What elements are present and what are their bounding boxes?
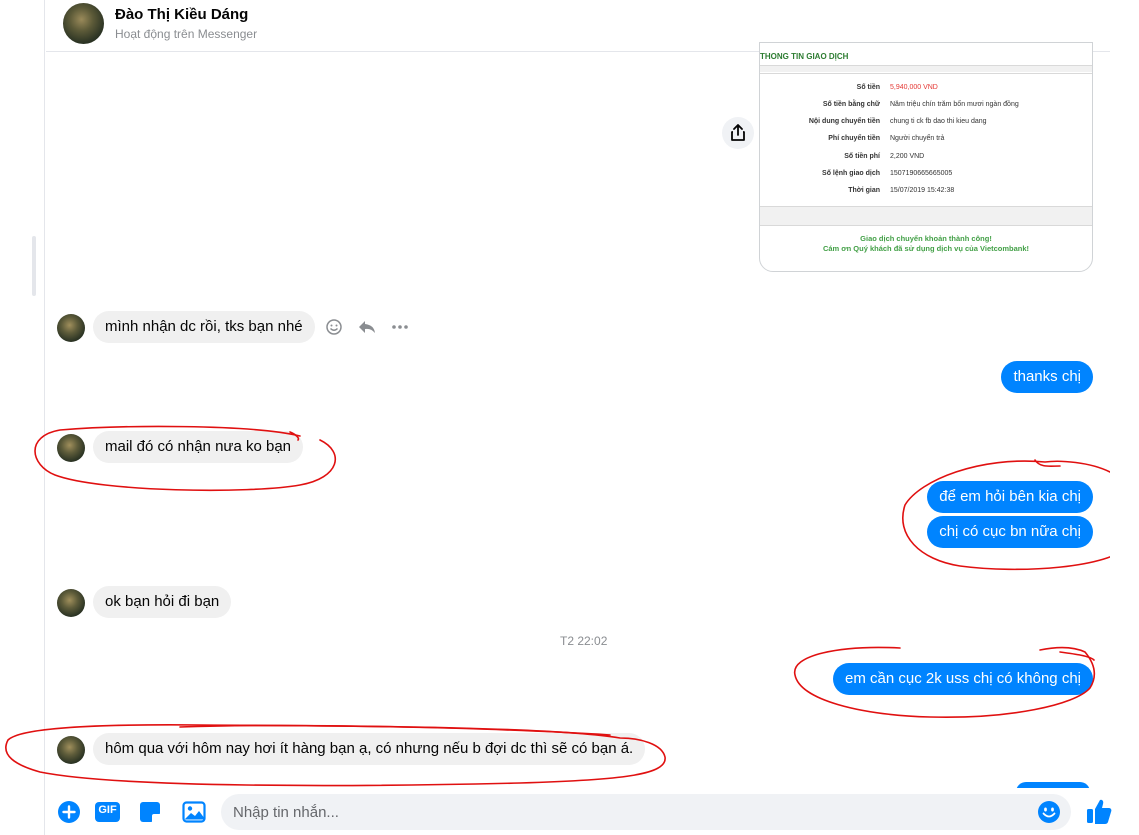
image-icon	[182, 801, 206, 823]
receipt-image[interactable]: THONG TIN GIAO DỊCH Số tiền 5,940,000 VN…	[759, 42, 1093, 272]
contact-avatar[interactable]	[63, 3, 104, 44]
sender-avatar[interactable]	[57, 434, 85, 462]
message-input-wrapper	[221, 794, 1071, 830]
gif-label: GIF	[98, 804, 117, 816]
contact-name[interactable]: Đào Thị Kiều Dáng	[115, 6, 248, 23]
message-timestamp: T2 22:02	[560, 634, 608, 648]
contact-status: Hoạt động trên Messenger	[115, 27, 258, 41]
receipt-band	[760, 66, 1092, 72]
left-rail-scrollbar[interactable]	[32, 236, 36, 296]
outgoing-message[interactable]: em cần cục 2k uss chị có không chị	[833, 663, 1093, 695]
image-button[interactable]	[182, 800, 206, 824]
receipt-label: Thời gian	[848, 187, 880, 194]
receipt-value: 1507190665665005	[890, 170, 953, 177]
sticker-icon	[140, 802, 161, 823]
outgoing-message[interactable]: thanks chị	[1001, 361, 1093, 393]
receipt-band	[760, 207, 1092, 225]
receipt-label: Phí chuyển tiền	[828, 135, 880, 142]
receipt-value: Người chuyển trả	[890, 135, 945, 142]
sender-avatar[interactable]	[57, 589, 85, 617]
plus-icon	[58, 801, 80, 823]
sender-avatar[interactable]	[57, 736, 85, 764]
message-composer: GIF	[46, 788, 1139, 835]
right-margin	[1110, 0, 1139, 835]
receipt-label: Số tiền	[856, 84, 880, 91]
sticker-button[interactable]	[138, 800, 162, 824]
incoming-message[interactable]: hôm qua với hôm nay hơi ít hàng bạn ạ, c…	[93, 733, 646, 765]
left-rail	[0, 0, 45, 835]
reply-icon[interactable]	[357, 319, 377, 335]
outgoing-message[interactable]: để em hỏi bên kia chị	[927, 481, 1093, 513]
emoji-button[interactable]	[1037, 800, 1061, 824]
emoji-reaction-icon[interactable]	[325, 318, 343, 336]
add-button[interactable]	[57, 800, 81, 824]
more-icon[interactable]	[391, 324, 409, 330]
receipt-footer-thanks: Cám ơn Quý khách đã sử dụng dịch vụ của …	[822, 244, 1030, 253]
receipt-value: Năm triệu chín trăm bốn mươi ngàn đồng	[890, 101, 1019, 108]
receipt-label: Số tiền bằng chữ	[822, 101, 880, 108]
receipt-value: 15/07/2019 15:42:38	[890, 187, 955, 194]
receipt-value: 5,940,000 VND	[890, 84, 938, 91]
receipt-divider	[760, 225, 1092, 226]
message-actions	[325, 316, 409, 338]
receipt-label: Số lệnh giao dịch	[822, 170, 880, 177]
receipt-label: Số tiền phí	[844, 153, 880, 160]
incoming-message[interactable]: ok bạn hỏi đi bạn	[93, 586, 232, 618]
incoming-message[interactable]: mình nhận dc rồi, tks bạn nhé	[93, 311, 315, 343]
message-input[interactable]	[233, 794, 1013, 830]
receipt-title: THONG TIN GIAO DỊCH	[760, 52, 849, 61]
emoji-icon	[1038, 801, 1060, 823]
share-button[interactable]	[722, 117, 754, 149]
receipt-value: 2,200 VND	[890, 153, 925, 160]
like-icon	[1087, 799, 1112, 824]
incoming-message[interactable]: mail đó có nhận nưa ko bạn	[93, 431, 303, 463]
gif-button[interactable]: GIF	[94, 800, 121, 824]
receipt-value: chung ti ck fb dao thi kieu dang	[890, 118, 987, 125]
outgoing-message[interactable]: chị có cục bn nữa chị	[927, 516, 1093, 548]
like-button[interactable]	[1086, 797, 1112, 825]
receipt-divider	[760, 73, 1092, 74]
receipt-footer-success: Giao dịch chuyển khoản thành công!	[860, 234, 992, 243]
receipt-label: Nội dung chuyển tiền	[808, 118, 880, 125]
sender-avatar[interactable]	[57, 314, 85, 342]
share-icon	[731, 124, 745, 141]
